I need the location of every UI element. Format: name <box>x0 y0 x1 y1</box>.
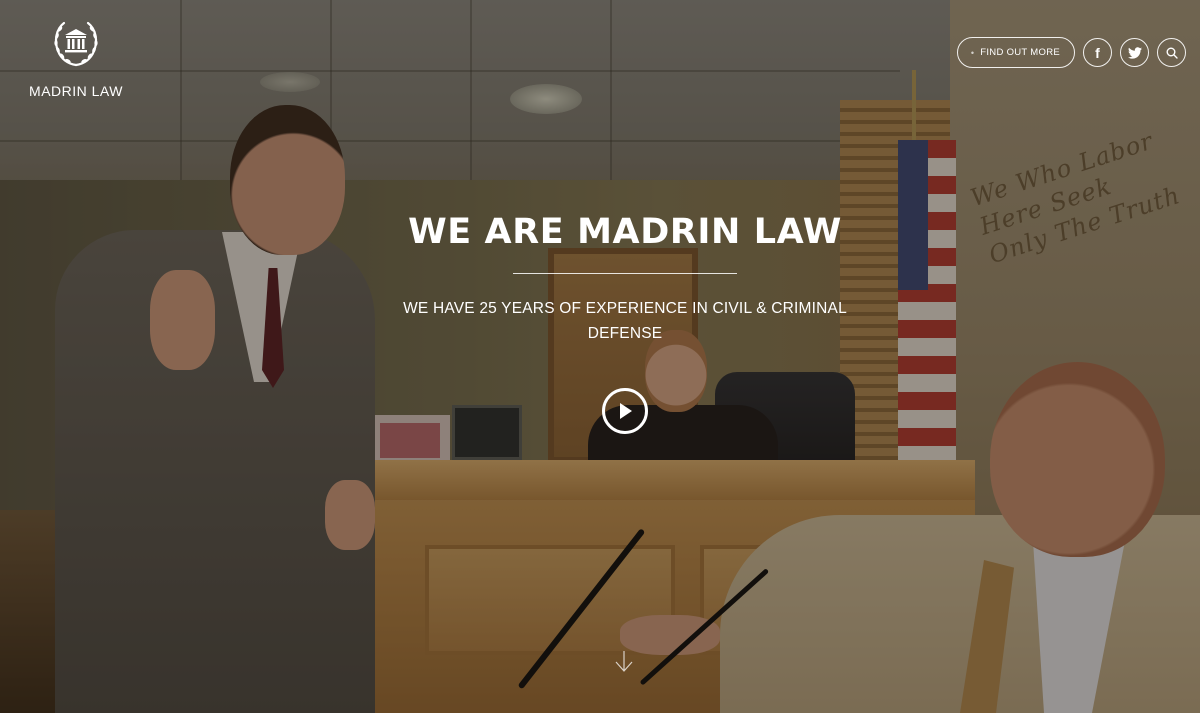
courthouse-laurel-icon <box>50 15 102 71</box>
scroll-down-button[interactable] <box>614 650 634 674</box>
hero-title: WE ARE MADRIN LAW <box>408 212 842 252</box>
play-video-button[interactable] <box>602 388 648 434</box>
brand-name: MADRIN LAW <box>29 83 123 99</box>
title-divider <box>513 273 737 274</box>
hero-subtitle: WE HAVE 25 YEARS OF EXPERIENCE IN CIVIL … <box>403 300 847 342</box>
search-button[interactable] <box>1157 38 1186 67</box>
brand-logo[interactable]: MADRIN LAW <box>26 15 126 99</box>
dot-icon: • <box>970 47 975 58</box>
play-icon <box>620 403 632 419</box>
twitter-button[interactable] <box>1120 38 1149 67</box>
hero-background-image: We Who Labor Here Seek Only The Truth <box>0 0 1200 713</box>
arrow-down-icon <box>615 651 633 672</box>
twitter-icon <box>1127 46 1142 59</box>
facebook-button[interactable]: f <box>1083 38 1112 67</box>
find-out-more-label: FIND OUT MORE <box>980 47 1060 58</box>
search-icon <box>1166 47 1178 59</box>
facebook-icon: f <box>1095 44 1100 61</box>
dark-overlay <box>0 0 1200 713</box>
find-out-more-button[interactable]: • FIND OUT MORE <box>956 37 1075 68</box>
header-nav: • FIND OUT MORE f <box>956 37 1186 68</box>
